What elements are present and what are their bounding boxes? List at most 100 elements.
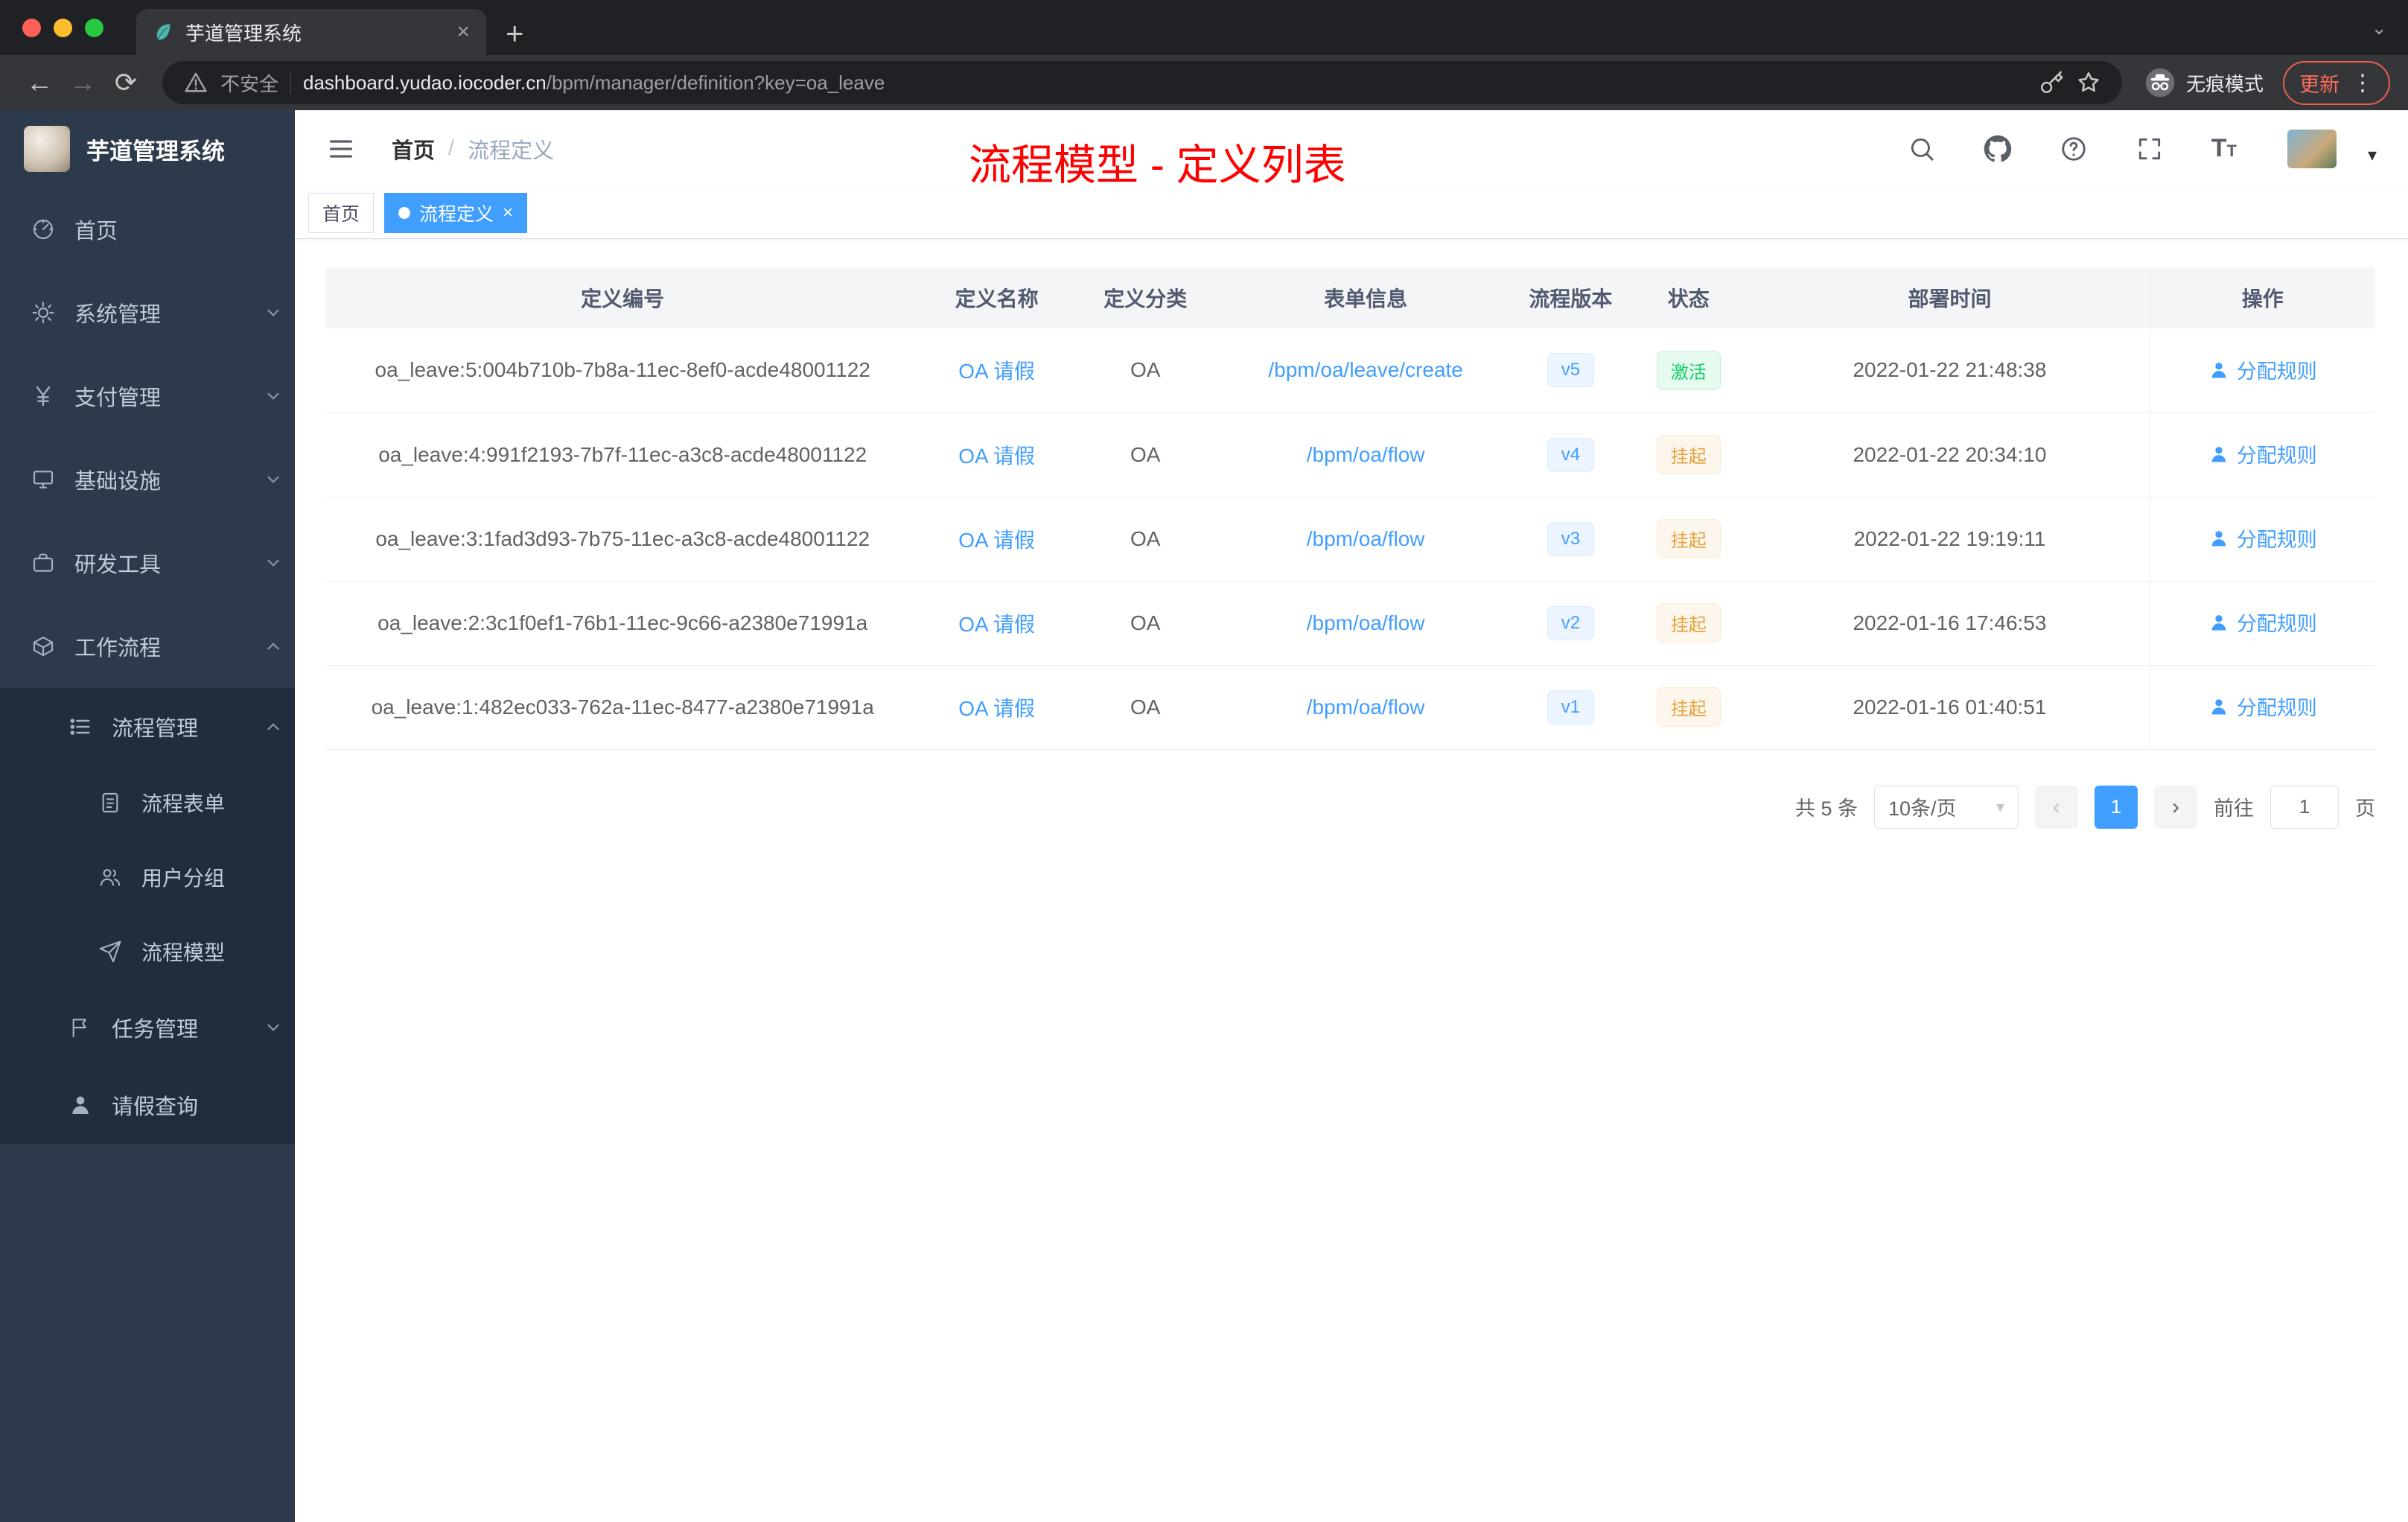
reload-button[interactable]: ⟳: [104, 61, 147, 104]
bookmark-star-icon[interactable]: [2076, 70, 2101, 95]
back-button[interactable]: ←: [18, 61, 61, 104]
person-icon: [2211, 446, 2226, 462]
form-info-link[interactable]: /bpm/oa/flow: [1307, 611, 1425, 634]
definition-category: OA: [1130, 358, 1161, 382]
password-key-icon[interactable]: [2039, 70, 2064, 95]
yen-icon: [36, 386, 51, 407]
gear-icon: [32, 302, 54, 324]
page-1-button[interactable]: 1: [2095, 785, 2138, 829]
definition-category: OA: [1130, 695, 1161, 719]
person-icon: [72, 1096, 89, 1114]
sidebar-item-leave-query[interactable]: 请假查询: [0, 1066, 295, 1144]
browser-tab-strip: 芋道管理系统 × + ⌄: [0, 0, 2408, 55]
definition-name-link[interactable]: OA 请假: [958, 613, 1035, 636]
sidebar-item-label: 流程表单: [141, 792, 226, 815]
avatar-caret-icon[interactable]: ▾: [2368, 144, 2377, 166]
user-avatar[interactable]: [2287, 129, 2337, 168]
definition-name-link[interactable]: OA 请假: [958, 360, 1035, 383]
sidebar-item-user-group[interactable]: 用户分组: [0, 840, 295, 914]
sidebar-item-process-form[interactable]: 流程表单: [0, 765, 295, 840]
sidebar-item-payment[interactable]: 支付管理: [0, 354, 295, 438]
col-definition-name: 定义名称: [920, 267, 1074, 328]
person-icon: [2211, 614, 2226, 631]
sidebar-item-home[interactable]: 首页: [0, 188, 295, 271]
sidebar-item-label: 流程管理: [112, 717, 199, 741]
font-size-icon[interactable]: TT: [2211, 134, 2237, 163]
form-info-link[interactable]: /bpm/oa/flow: [1307, 527, 1425, 550]
sidebar-item-process-management[interactable]: 流程管理: [0, 688, 295, 765]
active-dot: [398, 206, 411, 219]
chevron-down-icon: [267, 1024, 279, 1031]
version-badge: v1: [1547, 690, 1595, 725]
app-title: 芋道管理系统: [86, 138, 225, 165]
assign-rule-link[interactable]: 分配规则: [2208, 523, 2317, 553]
briefcase-icon: [33, 553, 54, 572]
search-icon[interactable]: [1908, 135, 1936, 163]
tag-close-icon[interactable]: ×: [503, 203, 513, 223]
col-definition-id: 定义编号: [325, 267, 920, 328]
app-header: 首页 / 流程定义 TT ▾: [295, 110, 2408, 187]
document-icon: [102, 792, 118, 813]
status-badge: 挂起: [1656, 603, 1721, 643]
sidebar-item-devtools[interactable]: 研发工具: [0, 521, 295, 605]
definition-name-link[interactable]: OA 请假: [958, 697, 1035, 720]
breadcrumb-separator: /: [448, 136, 455, 160]
window-close-button[interactable]: [22, 18, 41, 37]
sidebar-item-label: 用户分组: [141, 867, 226, 890]
form-info-link[interactable]: /bpm/oa/flow: [1307, 695, 1425, 719]
users-icon: [100, 869, 121, 886]
github-icon[interactable]: [1984, 135, 2012, 163]
window-minimize-button[interactable]: [54, 18, 72, 37]
sidebar-item-infrastructure[interactable]: 基础设施: [0, 438, 295, 521]
form-info-link[interactable]: /bpm/oa/leave/create: [1268, 358, 1463, 381]
address-bar[interactable]: 不安全 dashboard.yudao.iocoder.cn/bpm/manag…: [162, 61, 2122, 104]
prev-page-button[interactable]: ‹: [2035, 785, 2078, 829]
assign-rule-link[interactable]: 分配规则: [2208, 692, 2317, 721]
window-zoom-button[interactable]: [85, 18, 103, 37]
browser-tab[interactable]: 芋道管理系统 ×: [136, 9, 486, 55]
sidebar-item-workflow[interactable]: 工作流程: [0, 605, 295, 688]
chevron-up-icon: [267, 643, 279, 650]
chrome-update-button[interactable]: 更新 ⋮: [2283, 60, 2390, 105]
goto-page-input[interactable]: [2270, 785, 2339, 829]
sidebar-item-process-model[interactable]: 流程模型: [0, 914, 295, 989]
tab-title: 芋道管理系统: [185, 22, 302, 45]
definition-id: oa_leave:2:3c1f0ef1-76b1-11ec-9c66-a2380…: [378, 611, 868, 634]
sidebar-toggle-icon[interactable]: [326, 134, 356, 164]
browser-menu-icon[interactable]: ⋮: [2351, 70, 2374, 96]
definition-table: 定义编号 定义名称 定义分类 表单信息 流程版本 状态 部署时间 操作 oa_l…: [325, 267, 2375, 750]
definition-category: OA: [1130, 442, 1161, 466]
list-icon: [70, 719, 90, 735]
next-page-button[interactable]: ›: [2154, 785, 2197, 829]
version-badge: v3: [1547, 521, 1595, 556]
definition-id: oa_leave:1:482ec033-762a-11ec-8477-a2380…: [371, 695, 874, 719]
tab-close-icon[interactable]: ×: [456, 21, 470, 43]
table-header-row: 定义编号 定义名称 定义分类 表单信息 流程版本 状态 部署时间 操作: [325, 267, 2375, 328]
form-info-link[interactable]: /bpm/oa/flow: [1307, 443, 1425, 466]
table-row: oa_leave:1:482ec033-762a-11ec-8477-a2380…: [325, 665, 2375, 750]
definition-id: oa_leave:4:991f2193-7b7f-11ec-a3c8-acde4…: [378, 442, 867, 466]
fullscreen-icon[interactable]: [2135, 135, 2164, 163]
help-icon[interactable]: [2060, 135, 2088, 163]
tag-home[interactable]: 首页: [308, 192, 375, 233]
table-body: oa_leave:5:004b710b-7b8a-11ec-8ef0-acde4…: [325, 328, 2375, 750]
chevron-down-icon: [267, 392, 279, 400]
tag-process-definition[interactable]: 流程定义 ×: [384, 192, 528, 233]
deploy-time: 2022-01-16 01:40:51: [1853, 695, 2047, 719]
definition-name-link[interactable]: OA 请假: [958, 529, 1035, 552]
new-tab-button[interactable]: +: [506, 18, 524, 49]
assign-rule-link[interactable]: 分配规则: [2208, 608, 2317, 637]
sidebar-item-task-management[interactable]: 任务管理: [0, 989, 295, 1066]
sidebar-item-label: 首页: [74, 220, 118, 243]
assign-rule-label: 分配规则: [2236, 360, 2317, 383]
tab-search-icon[interactable]: ⌄: [2371, 16, 2387, 39]
assign-rule-link[interactable]: 分配规则: [2208, 439, 2317, 468]
page-size-select[interactable]: 10条/页 ▾: [1874, 785, 2019, 829]
status-badge: 挂起: [1656, 435, 1721, 474]
assign-rule-link[interactable]: 分配规则: [2208, 355, 2317, 384]
forward-button[interactable]: →: [61, 61, 104, 104]
sidebar-item-system[interactable]: 系统管理: [0, 271, 295, 354]
definition-name-link[interactable]: OA 请假: [958, 445, 1035, 468]
definition-id: oa_leave:5:004b710b-7b8a-11ec-8ef0-acde4…: [375, 358, 870, 382]
breadcrumb-home[interactable]: 首页: [392, 133, 435, 165]
